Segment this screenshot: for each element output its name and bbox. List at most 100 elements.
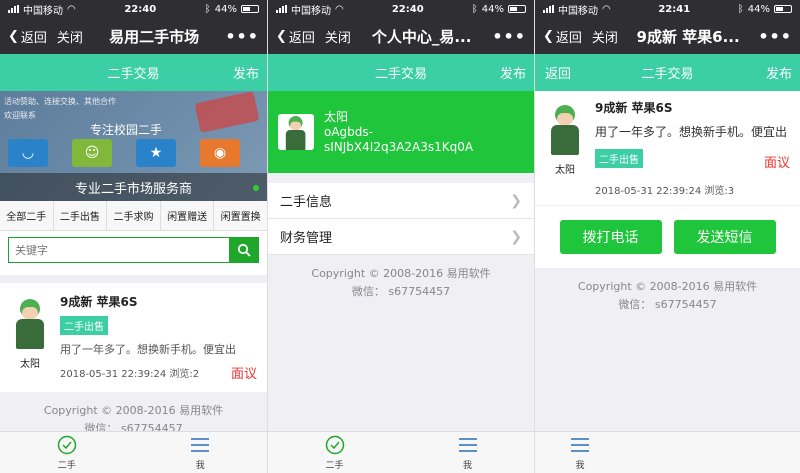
clock: 22:40 bbox=[124, 3, 157, 15]
carrier: 中国移动 bbox=[23, 5, 63, 17]
copyright-text: Copyright © 2008-2016 易用软件 bbox=[311, 267, 491, 280]
banner-tiles: ◡ ☺ ★ ◉ bbox=[8, 139, 240, 167]
status-bar: 中国移动 ◠ 22:40 ᛒ 44% bbox=[268, 0, 534, 18]
tile-icon: ◡ bbox=[8, 139, 48, 167]
avatar: 太阳 bbox=[545, 99, 585, 197]
status-bar: 中国移动 ◠ 22:41 ᛒ 44% bbox=[535, 0, 800, 18]
search-icon bbox=[237, 243, 251, 257]
publish-button[interactable]: 发布 bbox=[766, 63, 792, 82]
item-views: 浏览:2 bbox=[169, 369, 200, 380]
item-desc: 用了一年多了。想换新手机。便宜出 bbox=[595, 125, 788, 139]
banner-line: 活动赞助、连接交换、其他合作 bbox=[4, 97, 116, 106]
item-views: 浏览:3 bbox=[704, 186, 735, 197]
bluetooth-icon: ᛒ bbox=[737, 3, 744, 15]
section-title: 二手交易 bbox=[641, 67, 694, 82]
tab-me[interactable]: 我 bbox=[134, 432, 268, 473]
close-button[interactable]: 关闭 bbox=[592, 27, 618, 46]
tab-buy[interactable]: 二手求购 bbox=[107, 201, 161, 230]
nav-bar: ❮ 返回 关闭 易用二手市场 ••• bbox=[0, 18, 267, 54]
profile-id-cont: sINJbX4I2q3A2A3s1Kq0A bbox=[324, 139, 474, 154]
avatar bbox=[278, 114, 314, 150]
close-button[interactable]: 关闭 bbox=[325, 27, 351, 46]
tile-icon: ☺ bbox=[72, 139, 112, 167]
return-button[interactable]: 返回 bbox=[545, 63, 571, 82]
tab-label: 二手 bbox=[57, 461, 76, 471]
back-button[interactable]: ❮ 返回 bbox=[276, 27, 315, 46]
item-tag: 二手出售 bbox=[595, 149, 643, 168]
call-button[interactable]: 拨打电话 bbox=[559, 220, 662, 254]
item-tag: 二手出售 bbox=[60, 316, 108, 335]
item-price: 面议 bbox=[230, 367, 257, 382]
battery-icon bbox=[774, 5, 792, 13]
user-name: 太阳 bbox=[555, 165, 575, 176]
page-title: 易用二手市场 bbox=[109, 27, 200, 46]
status-bar: 中国移动 ◠ 22:40 ᛒ 44% bbox=[0, 0, 267, 18]
signal-icon bbox=[543, 5, 554, 13]
tile-icon: ★ bbox=[136, 139, 176, 167]
nav-bar: ❮ 返回 关闭 9成新 苹果6... ••• bbox=[535, 18, 800, 54]
section-title: 二手交易 bbox=[374, 67, 427, 82]
menu-label: 财务管理 bbox=[280, 231, 333, 246]
tab-bar: 二手 我 bbox=[268, 431, 534, 473]
profile-header: 太阳 oAgbds- sINJbX4I2q3A2A3s1Kq0A bbox=[268, 91, 534, 173]
menu-label: 二手信息 bbox=[280, 195, 333, 210]
page-title: 个人中心_易... bbox=[371, 27, 472, 46]
wifi-icon: ◠ bbox=[67, 3, 76, 15]
back-button[interactable]: ❮ 返回 bbox=[543, 27, 582, 46]
banner-slogan: 专注校园二手 bbox=[90, 123, 163, 137]
battery-text: 44% bbox=[747, 3, 770, 15]
copyright-text: Copyright © 2008-2016 易用软件 bbox=[43, 404, 224, 417]
bluetooth-icon: ᛒ bbox=[204, 3, 211, 15]
tab-market[interactable]: 二手 bbox=[0, 432, 134, 473]
tab-sell[interactable]: 二手出售 bbox=[54, 201, 108, 230]
tab-bar: 我 bbox=[535, 431, 800, 473]
close-button[interactable]: 关闭 bbox=[57, 27, 83, 46]
more-icon[interactable]: ••• bbox=[758, 27, 792, 46]
publish-button[interactable]: 发布 bbox=[233, 63, 259, 82]
more-icon[interactable]: ••• bbox=[492, 27, 526, 46]
tab-me[interactable]: 我 bbox=[535, 432, 625, 473]
section-title: 二手交易 bbox=[107, 67, 160, 82]
search-button[interactable] bbox=[229, 237, 259, 263]
item-title: 9成新 苹果6S bbox=[595, 101, 673, 115]
signal-icon bbox=[276, 5, 287, 13]
check-circle-icon bbox=[325, 435, 344, 455]
list-item[interactable]: 太阳 9成新 苹果6S 二手出售 用了一年多了。想换新手机。便宜出 2018-0… bbox=[0, 283, 267, 392]
carrier: 中国移动 bbox=[291, 5, 331, 17]
banner-decoration bbox=[194, 91, 260, 133]
carrier: 中国移动 bbox=[558, 5, 598, 17]
avatar: 太阳 bbox=[10, 293, 50, 382]
more-icon[interactable]: ••• bbox=[225, 27, 259, 46]
check-circle-icon bbox=[57, 435, 76, 455]
item-time: 2018-05-31 22:39:24 bbox=[60, 369, 167, 380]
tab-swap[interactable]: 闲置置换 bbox=[214, 201, 267, 230]
back-button[interactable]: ❮ 返回 bbox=[8, 27, 47, 46]
menu-item-finance[interactable]: 财务管理 ❯ bbox=[268, 219, 534, 255]
profile-id: oAgbds- bbox=[324, 124, 373, 139]
battery-text: 44% bbox=[481, 3, 504, 15]
action-buttons: 拨打电话 发送短信 bbox=[535, 205, 800, 268]
item-detail: 太阳 9成新 苹果6S 用了一年多了。想换新手机。便宜出 二手出售 面议 201… bbox=[535, 91, 800, 205]
banner[interactable]: 活动赞助、连接交换、其他合作 欢迎联系 专注校园二手 ◡ ☺ ★ ◉ 专业二手市… bbox=[0, 91, 267, 201]
wifi-icon: ◠ bbox=[602, 3, 611, 15]
menu-item-secondhand-info[interactable]: 二手信息 ❯ bbox=[268, 183, 534, 219]
battery-icon bbox=[508, 5, 526, 13]
screen-market: 中国移动 ◠ 22:40 ᛒ 44% ❮ 返回 关闭 易用二手市场 ••• 二手交易 … bbox=[0, 0, 267, 473]
tab-all[interactable]: 全部二手 bbox=[0, 201, 54, 230]
nav-bar: ❮ 返回 关闭 个人中心_易... ••• bbox=[268, 18, 534, 54]
item-time: 2018-05-31 22:39:24 bbox=[595, 186, 702, 197]
back-label: 返回 bbox=[288, 30, 315, 46]
search-input[interactable] bbox=[8, 237, 229, 263]
screen-profile: 中国移动 ◠ 22:40 ᛒ 44% ❮ 返回 关闭 个人中心_易... ••• 二手… bbox=[267, 0, 534, 473]
back-label: 返回 bbox=[555, 30, 582, 46]
sms-button[interactable]: 发送短信 bbox=[673, 220, 776, 254]
banner-text: 活动赞助、连接交换、其他合作 欢迎联系 bbox=[4, 95, 116, 123]
tab-me[interactable]: 我 bbox=[401, 432, 534, 473]
tab-gift[interactable]: 闲置赠送 bbox=[161, 201, 215, 230]
publish-button[interactable]: 发布 bbox=[500, 63, 526, 82]
user-avatar-image bbox=[283, 116, 308, 150]
search-bar bbox=[0, 231, 267, 275]
tab-bar: 二手 我 bbox=[0, 431, 267, 473]
profile-name: 太阳 bbox=[324, 109, 349, 124]
tab-market[interactable]: 二手 bbox=[268, 432, 401, 473]
